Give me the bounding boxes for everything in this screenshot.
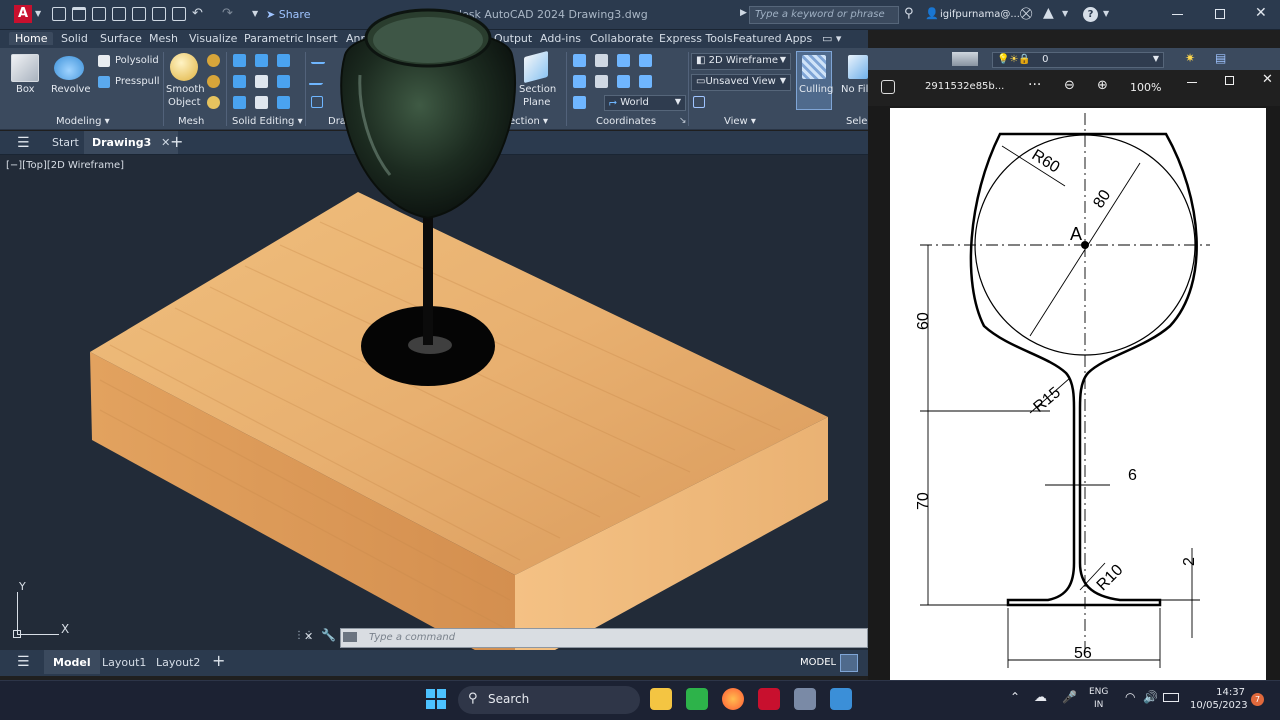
- help-dropdown-icon[interactable]: ▼: [1103, 9, 1109, 18]
- cart-icon[interactable]: ⛒: [1020, 6, 1032, 21]
- zoom-level: 100%: [1130, 81, 1162, 94]
- ucs-y-label: Y: [19, 580, 26, 593]
- clock-time: 14:37: [1216, 687, 1245, 698]
- binoculars-icon[interactable]: ⚲: [904, 6, 914, 21]
- close-button[interactable]: ✕: [1255, 5, 1267, 21]
- more-options-button[interactable]: ···: [1028, 77, 1041, 93]
- microphone-icon[interactable]: 🎤: [1062, 690, 1077, 704]
- add-layout-button[interactable]: +: [212, 651, 225, 670]
- autocad-taskbar-icon[interactable]: [758, 688, 780, 710]
- point-a-label: A: [1070, 224, 1082, 244]
- show-hidden-icons[interactable]: ⌃: [1010, 690, 1020, 704]
- command-close-icon[interactable]: ✕: [304, 630, 313, 643]
- command-customize-icon[interactable]: 🔧: [321, 628, 336, 642]
- lock-icon: 🔒: [1018, 54, 1031, 65]
- taskbar-search-label: Search: [488, 692, 530, 706]
- model-render: [90, 8, 828, 672]
- windows-taskbar: [0, 680, 1280, 720]
- pdf-maximize-button[interactable]: [1225, 76, 1234, 85]
- clock[interactable]: 14:37 10/05/2023: [1190, 686, 1248, 712]
- dim-80: 80: [1090, 187, 1114, 211]
- wood-block: [90, 192, 828, 672]
- camtasia-icon[interactable]: [686, 688, 708, 710]
- language-indicator[interactable]: ENG IN: [1089, 686, 1108, 712]
- help-button[interactable]: ?: [1083, 7, 1098, 22]
- minimize-button[interactable]: [1172, 14, 1183, 15]
- calculator-icon[interactable]: [794, 688, 816, 710]
- clock-date: 10/05/2023: [1190, 700, 1248, 711]
- chevron-down-icon: ▼: [1152, 54, 1159, 63]
- app-dropdown-icon[interactable]: ▼: [1062, 9, 1068, 18]
- zoom-in-icon[interactable]: ⊕: [1097, 78, 1108, 93]
- dim-56: 56: [1074, 645, 1092, 662]
- ucs-x-label: X: [61, 622, 70, 636]
- grid-toggle-icon[interactable]: [840, 654, 858, 672]
- dim-r10: R10: [1094, 561, 1127, 594]
- model-space-toggle[interactable]: MODEL: [800, 657, 836, 668]
- pdf-minimize-button[interactable]: [1187, 82, 1197, 83]
- notification-badge[interactable]: 7: [1251, 693, 1264, 706]
- battery-icon[interactable]: [1163, 693, 1179, 702]
- dim-r60: R60: [1029, 147, 1063, 177]
- wine-glass-drawing: R60 80 A 60 R15 6 70 R10 2 56: [915, 113, 1210, 668]
- layer-icon[interactable]: [952, 52, 978, 66]
- layout-menu-icon[interactable]: ☰: [17, 654, 30, 670]
- ucs-x-axis-icon: [17, 634, 59, 635]
- search-icon: ⚲: [468, 691, 478, 706]
- firefox-icon[interactable]: [722, 688, 744, 710]
- layout-tab-model[interactable]: Model: [44, 650, 100, 674]
- dim-6: 6: [1128, 467, 1137, 484]
- layout-tab-layout2[interactable]: Layout2: [156, 656, 200, 669]
- lightbulb-icon: 💡: [997, 54, 1010, 65]
- command-history-icon[interactable]: [343, 632, 357, 642]
- layer-state-icon[interactable]: ✷: [1185, 51, 1195, 65]
- pdf-viewer-toolbar: 2911532e85b... ··· ⊖ ⊕ 100%: [868, 70, 1280, 106]
- layout-tab-layout1[interactable]: Layout1: [102, 656, 146, 669]
- user-account[interactable]: igifpurnama@...: [940, 9, 1020, 20]
- pdf-filename: 2911532e85b...: [925, 81, 1005, 92]
- taskbar-search[interactable]: ⚲ Search: [458, 686, 640, 714]
- ucs-y-axis-icon: [17, 592, 18, 634]
- layout-status-bar: ☰ Model Layout1 Layout2 + MODEL: [0, 650, 868, 676]
- start-button[interactable]: [426, 689, 446, 709]
- dim-2: 2: [1181, 557, 1198, 566]
- dim-60: 60: [915, 312, 932, 330]
- layer-dropdown[interactable]: 💡☀🔒 0 ▼: [992, 52, 1164, 68]
- dim-70: 70: [915, 492, 932, 510]
- user-icon[interactable]: 👤: [925, 7, 939, 20]
- layer-value: 0: [1042, 54, 1049, 65]
- lang-region: IN: [1094, 700, 1104, 710]
- volume-icon[interactable]: 🔊: [1143, 690, 1158, 704]
- cloud-icon[interactable]: ☁: [1034, 690, 1047, 705]
- snipping-tool-icon[interactable]: [830, 688, 852, 710]
- zoom-out-icon[interactable]: ⊖: [1064, 78, 1075, 93]
- file-explorer-icon[interactable]: [650, 688, 672, 710]
- command-input[interactable]: Type a command: [340, 628, 868, 648]
- wifi-icon[interactable]: ◠: [1125, 690, 1135, 704]
- ucs-origin-icon: [13, 630, 21, 638]
- layer-tool-icon[interactable]: ▤: [1215, 51, 1226, 65]
- pdf-close-button[interactable]: ✕: [1262, 72, 1273, 87]
- photos-app-icon[interactable]: [881, 80, 895, 94]
- autodesk-app-icon[interactable]: ▲: [1043, 5, 1054, 21]
- maximize-button[interactable]: [1215, 9, 1225, 19]
- lang-code: ENG: [1089, 687, 1109, 697]
